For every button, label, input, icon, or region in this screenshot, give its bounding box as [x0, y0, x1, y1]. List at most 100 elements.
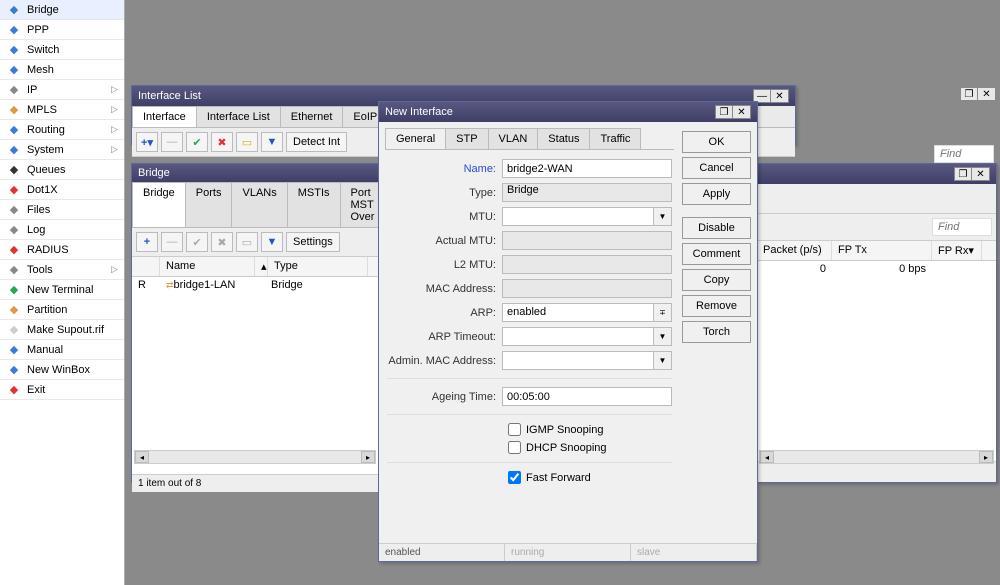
- sidebar-item-ppp[interactable]: ◆PPP: [0, 20, 124, 40]
- igmp-label: IGMP Snooping: [526, 424, 603, 436]
- comment-button[interactable]: ▭: [236, 232, 258, 252]
- col-fptx[interactable]: FP Tx: [832, 241, 932, 260]
- dlg-tab-general[interactable]: General: [385, 128, 446, 149]
- sidebar-item-new-terminal[interactable]: ◆New Terminal: [0, 280, 124, 300]
- scroll-right[interactable]: ▸: [361, 451, 375, 463]
- filter-button[interactable]: ▼: [261, 232, 283, 252]
- arp-select[interactable]: enabled: [502, 303, 654, 322]
- dlg-tab-status[interactable]: Status: [537, 128, 590, 149]
- mtu-dropdown[interactable]: ▼: [654, 207, 672, 226]
- fastforward-checkbox[interactable]: [508, 471, 521, 484]
- menu-icon: ◆: [6, 22, 22, 38]
- sidebar-item-label: Tools: [27, 264, 53, 276]
- dlg-tab-traffic[interactable]: Traffic: [589, 128, 641, 149]
- tab-ethernet[interactable]: Ethernet: [280, 106, 344, 127]
- settings-button[interactable]: Settings: [286, 232, 340, 252]
- sidebar-item-make-supout-rif[interactable]: ◆Make Supout.rif: [0, 320, 124, 340]
- sidebar-item-manual[interactable]: ◆Manual: [0, 340, 124, 360]
- name-input[interactable]: [502, 159, 672, 178]
- sidebar-item-log[interactable]: ◆Log: [0, 220, 124, 240]
- dlg-tab-stp[interactable]: STP: [445, 128, 488, 149]
- col-type[interactable]: Type: [268, 257, 368, 276]
- sidebar-item-files[interactable]: ◆Files: [0, 200, 124, 220]
- tab-bridge[interactable]: Bridge: [132, 182, 186, 227]
- close-button[interactable]: ✕: [771, 89, 789, 103]
- sidebar-item-mesh[interactable]: ◆Mesh: [0, 60, 124, 80]
- tab-mstis[interactable]: MSTIs: [287, 182, 341, 227]
- ageing-label: Ageing Time:: [387, 391, 502, 403]
- find-input[interactable]: [932, 218, 992, 236]
- cancel-button[interactable]: Cancel: [682, 157, 751, 179]
- remove-button[interactable]: Remove: [682, 295, 751, 317]
- arp-dropdown[interactable]: ∓: [654, 303, 672, 322]
- scroll-left[interactable]: ◂: [135, 451, 149, 463]
- table-row[interactable]: R ⇄bridge1-LAN Bridge: [132, 277, 378, 293]
- comment-button[interactable]: ▭: [236, 132, 258, 152]
- sidebar-item-dot1x[interactable]: ◆Dot1X: [0, 180, 124, 200]
- dlg-tab-vlan[interactable]: VLAN: [488, 128, 539, 149]
- ok-button[interactable]: OK: [682, 131, 751, 153]
- copy-button[interactable]: Copy: [682, 269, 751, 291]
- restore-button[interactable]: ❐: [715, 105, 733, 119]
- igmp-checkbox[interactable]: [508, 423, 521, 436]
- sidebar-item-system[interactable]: ◆System▷: [0, 140, 124, 160]
- sidebar-item-switch[interactable]: ◆Switch: [0, 40, 124, 60]
- apply-button[interactable]: Apply: [682, 183, 751, 205]
- sidebar-item-partition[interactable]: ◆Partition: [0, 300, 124, 320]
- find-input[interactable]: [934, 145, 994, 163]
- admin-mac-dropdown[interactable]: ▼: [654, 351, 672, 370]
- add-button[interactable]: +▾: [136, 132, 158, 152]
- col-packet[interactable]: Packet (p/s): [757, 241, 832, 260]
- tab-ports[interactable]: Ports: [185, 182, 233, 227]
- restore-button[interactable]: ❐: [960, 87, 978, 101]
- dialog-titlebar[interactable]: New Interface ❐ ✕: [379, 102, 757, 122]
- close-button[interactable]: ✕: [733, 105, 751, 119]
- filter-button[interactable]: ▼: [261, 132, 283, 152]
- disable-button[interactable]: ✖: [211, 132, 233, 152]
- close-button[interactable]: ✕: [972, 167, 990, 181]
- col-fprx[interactable]: FP Rx▾: [932, 241, 982, 260]
- mtu-input[interactable]: [502, 207, 654, 226]
- sidebar-item-new-winbox[interactable]: ◆New WinBox: [0, 360, 124, 380]
- scroll-right[interactable]: ▸: [979, 451, 993, 463]
- remove-button[interactable]: —: [161, 132, 183, 152]
- iface-titlebar-right[interactable]: ❐ ✕: [757, 164, 996, 184]
- sidebar-item-radius[interactable]: ◆RADIUS: [0, 240, 124, 260]
- cell-flag: R: [132, 279, 160, 291]
- sidebar-item-tools[interactable]: ◆Tools▷: [0, 260, 124, 280]
- admin-mac-input[interactable]: [502, 351, 654, 370]
- enable-button[interactable]: ✔: [186, 132, 208, 152]
- l2-mtu-label: L2 MTU:: [387, 259, 502, 271]
- sidebar-item-mpls[interactable]: ◆MPLS▷: [0, 100, 124, 120]
- disable-button[interactable]: Disable: [682, 217, 751, 239]
- restore-button[interactable]: ❐: [954, 167, 972, 181]
- tab-vlans[interactable]: VLANs: [231, 182, 287, 227]
- col-flag[interactable]: [132, 257, 160, 276]
- torch-button[interactable]: Torch: [682, 321, 751, 343]
- sidebar-item-exit[interactable]: ◆Exit: [0, 380, 124, 400]
- detect-internet-button[interactable]: Detect Int: [286, 132, 347, 152]
- scroll-left[interactable]: ◂: [760, 451, 774, 463]
- ageing-input[interactable]: [502, 387, 672, 406]
- sidebar-item-bridge[interactable]: ◆Bridge: [0, 0, 124, 20]
- sidebar-item-label: Queues: [27, 164, 66, 176]
- disable-button[interactable]: ✖: [211, 232, 233, 252]
- sidebar-item-routing[interactable]: ◆Routing▷: [0, 120, 124, 140]
- sidebar-item-queues[interactable]: ◆Queues: [0, 160, 124, 180]
- comment-button[interactable]: Comment: [682, 243, 751, 265]
- tab-interface-list[interactable]: Interface List: [196, 106, 281, 127]
- remove-button[interactable]: —: [161, 232, 183, 252]
- arp-to-dropdown[interactable]: ▼: [654, 327, 672, 346]
- sidebar-item-ip[interactable]: ◆IP▷: [0, 80, 124, 100]
- arp-timeout-input[interactable]: [502, 327, 654, 346]
- bridge-titlebar[interactable]: Bridge: [132, 164, 378, 182]
- sidebar-item-label: Make Supout.rif: [27, 324, 104, 336]
- dhcp-checkbox[interactable]: [508, 441, 521, 454]
- mtu-label: MTU:: [387, 211, 502, 223]
- close-button[interactable]: ✕: [978, 87, 996, 101]
- col-name[interactable]: Name: [160, 257, 255, 276]
- tab-interface[interactable]: Interface: [132, 106, 197, 127]
- enable-button[interactable]: ✔: [186, 232, 208, 252]
- col-sort[interactable]: ▴: [255, 257, 268, 276]
- add-button[interactable]: +: [136, 232, 158, 252]
